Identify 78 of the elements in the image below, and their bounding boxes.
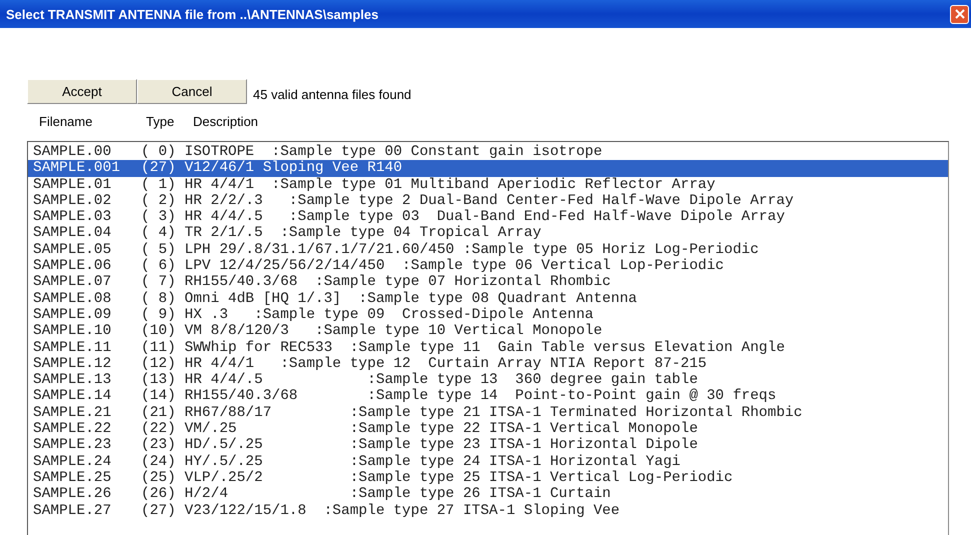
file-row[interactable]: SAMPLE.05 ( 5) LPH 29/.8/31.1/67.1/7/21.60/450 :Sample type 05 Horiz Log-Periodic <box>28 242 948 258</box>
filename-text: SAMPLE.05 <box>33 242 112 258</box>
entry-text: (23) HD/.5/.25 :Sample type 23 ITSA-1 Horizontal Dipole <box>141 437 698 454</box>
window-title: Select TRANSMIT ANTENNA file from ..\ANTENNAS\samples <box>6 6 378 22</box>
file-row[interactable]: SAMPLE.09 ( 9) HX .3 :Sample type 09 Crossed-Dipole Antenna <box>28 306 948 324</box>
entry-text: ( 4) TR 2/1/.5 :Sample type 04 Tropical Array <box>141 225 542 242</box>
file-row[interactable]: SAMPLE.12 (12) HR 4/4/1 :Sample type 12 Curtain Array NTIA Report 87-215 <box>28 356 948 372</box>
entry-text: ( 8) Omni 4dB [HQ 1/.3] :Sample type 08 Quadrant Antenna <box>141 290 637 307</box>
filename-text: SAMPLE.03 <box>33 209 112 226</box>
filename-text: SAMPLE.08 <box>33 290 112 307</box>
filename-text: SAMPLE.04 <box>33 225 112 242</box>
file-row[interactable]: SAMPLE.04 ( 4) TR 2/1/.5 :Sample type 04 Tropical Array <box>28 225 948 242</box>
file-row[interactable]: SAMPLE.23 (23) HD/.5/.25 :Sample type 23 ITSA-1 Horizontal Dipole <box>28 437 948 454</box>
entry-text: (22) VM/.25 :Sample type 22 ITSA-1 Vertical Monopole <box>141 421 698 438</box>
entry-text: (27) V23/122/15/1.8 :Sample type 27 ITSA-1 Sloping Vee <box>141 502 620 519</box>
file-row[interactable]: SAMPLE.00 ( 0) ISOTROPE :Sample type 00 Constant gain isotrope <box>28 144 948 160</box>
file-row[interactable]: SAMPLE.01 ( 1) HR 4/4/1 :Sample type 01 Multiband Aperiodic Reflector Array <box>28 176 948 193</box>
accept-button[interactable]: Accept <box>27 79 137 104</box>
entry-text: (26) H/2/4 :Sample type 26 ITSA-1 Curtain <box>141 486 611 503</box>
filename-text: SAMPLE.26 <box>33 486 112 503</box>
entry-text: (13) HR 4/4/.5 :Sample type 13 360 degree gain table <box>141 372 698 388</box>
filename-text: SAMPLE.09 <box>33 306 112 324</box>
file-row[interactable]: SAMPLE.21 (21) RH67/88/17 :Sample type 21 ITSA-1 Terminated Horizontal Rhombic <box>28 404 948 422</box>
filename-text: SAMPLE.13 <box>33 372 112 388</box>
entry-text: ( 6) LPV 12/4/25/56/2/14/450 :Sample type 06 Vertical Lop-Periodic <box>141 258 724 274</box>
filename-text: SAMPLE.00 <box>33 144 112 160</box>
entry-text: ( 1) HR 4/4/1 :Sample type 01 Multiband Aperiodic Reflector Array <box>141 176 716 193</box>
file-row[interactable]: SAMPLE.06 ( 6) LPV 12/4/25/56/2/14/450 :Sample type 06 Vertical Lop-Periodic <box>28 258 948 274</box>
filename-text: SAMPLE.10 <box>33 323 112 340</box>
file-row[interactable]: SAMPLE.27 (27) V23/122/15/1.8 :Sample type 27 ITSA-1 Sloping Vee <box>28 502 948 519</box>
filename-text: SAMPLE.27 <box>33 502 112 519</box>
filename-text: SAMPLE.12 <box>33 356 112 372</box>
file-row[interactable]: SAMPLE.22 (22) VM/.25 :Sample type 22 ITSA-1 Vertical Monopole <box>28 421 948 438</box>
entry-text: (12) HR 4/4/1 :Sample type 12 Curtain Array NTIA Report 87-215 <box>141 356 707 372</box>
close-icon <box>954 9 964 19</box>
filename-text: SAMPLE.07 <box>33 274 112 291</box>
file-row[interactable]: SAMPLE.13 (13) HR 4/4/.5 :Sample type 13 360 degree gain table <box>28 372 948 388</box>
entry-text: ( 5) LPH 29/.8/31.1/67.1/7/21.60/450 :Sample type 05 Horiz Log-Periodic <box>141 242 759 258</box>
column-header: Type <box>146 114 176 129</box>
file-row[interactable]: SAMPLE.08 ( 8) Omni 4dB [HQ 1/.3] :Sample type 08 Quadrant Antenna <box>28 290 948 307</box>
filename-text: SAMPLE.25 <box>33 470 112 486</box>
filename-text: SAMPLE.001 <box>33 160 122 177</box>
column-header: Filename <box>39 114 94 129</box>
file-row[interactable]: SAMPLE.10 (10) VM 8/8/120/3 :Sample type 10 Vertical Monopole <box>28 323 948 340</box>
file-row[interactable]: SAMPLE.26 (26) H/2/4 :Sample type 26 ITSA-1 Curtain <box>28 486 948 503</box>
filename-text: SAMPLE.21 <box>33 404 112 422</box>
file-row[interactable]: SAMPLE.25 (25) VLP/.25/2 :Sample type 25 ITSA-1 Vertical Log-Periodic <box>28 470 948 486</box>
filename-text: SAMPLE.11 <box>33 340 112 356</box>
file-row[interactable]: SAMPLE.001 (27) V12/46/1 Sloping Vee R140 <box>28 160 948 177</box>
entry-text: ( 3) HR 4/4/.5 :Sample type 03 Dual-Band End-Fed Half-Wave Dipole Array <box>141 209 785 226</box>
file-row[interactable]: SAMPLE.03 ( 3) HR 4/4/.5 :Sample type 03 Dual-Band End-Fed Half-Wave Dipole Array <box>28 209 948 226</box>
cancel-button[interactable]: Cancel <box>137 79 247 104</box>
entry-text: (10) VM 8/8/120/3 :Sample type 10 Vertical Monopole <box>141 323 602 340</box>
file-row[interactable]: SAMPLE.14 (14) RH155/40.3/68 :Sample type 14 Point-to-Point gain @ 30 freqs <box>28 388 948 405</box>
filename-text: SAMPLE.01 <box>33 176 112 193</box>
entry-text: ( 0) ISOTROPE :Sample type 00 Constant gain isotrope <box>141 144 602 160</box>
filename-text: SAMPLE.06 <box>33 258 112 274</box>
entry-text: (11) SWWhip for REC533 :Sample type 11 Gain Table versus Elevation Angle <box>141 340 785 356</box>
filename-text: SAMPLE.02 <box>33 192 112 210</box>
status-text: 45 valid antenna files found <box>253 86 412 102</box>
filename-text: SAMPLE.23 <box>33 437 112 454</box>
file-row[interactable]: SAMPLE.07 ( 7) RH155/40.3/68 :Sample type 07 Horizontal Rhombic <box>28 274 948 291</box>
entry-text: (27) V12/46/1 Sloping Vee R140 <box>141 160 402 177</box>
file-row[interactable]: SAMPLE.02 ( 2) HR 2/2/.3 :Sample type 2 Dual-Band Center-Fed Half-Wave Dipole Array <box>28 192 948 210</box>
filename-text: SAMPLE.14 <box>33 388 112 405</box>
entry-text: ( 7) RH155/40.3/68 :Sample type 07 Horizontal Rhombic <box>141 274 611 291</box>
entry-text: (14) RH155/40.3/68 :Sample type 14 Point-to-Point gain @ 30 freqs <box>141 388 776 405</box>
entry-text: (24) HY/.5/.25 :Sample type 24 ITSA-1 Horizontal Yagi <box>141 454 680 470</box>
entry-text: ( 9) HX .3 :Sample type 09 Crossed-Dipole Antenna <box>141 306 594 324</box>
entry-text: (25) VLP/.25/2 :Sample type 25 ITSA-1 Vertical Log-Periodic <box>141 470 733 486</box>
entry-text: ( 2) HR 2/2/.3 :Sample type 2 Dual-Band Center-Fed Half-Wave Dipole Array <box>141 192 794 210</box>
file-row[interactable]: SAMPLE.11 (11) SWWhip for REC533 :Sample type 11 Gain Table versus Elevation Angle <box>28 340 948 356</box>
column-header: Description <box>193 114 258 129</box>
filename-text: SAMPLE.22 <box>33 421 112 438</box>
filename-text: SAMPLE.24 <box>33 454 112 470</box>
close-button[interactable] <box>950 4 969 24</box>
file-row[interactable]: SAMPLE.24 (24) HY/.5/.25 :Sample type 24 ITSA-1 Horizontal Yagi <box>28 454 948 470</box>
entry-text: (21) RH67/88/17 :Sample type 21 ITSA-1 Terminated Horizontal Rhombic <box>141 404 802 422</box>
